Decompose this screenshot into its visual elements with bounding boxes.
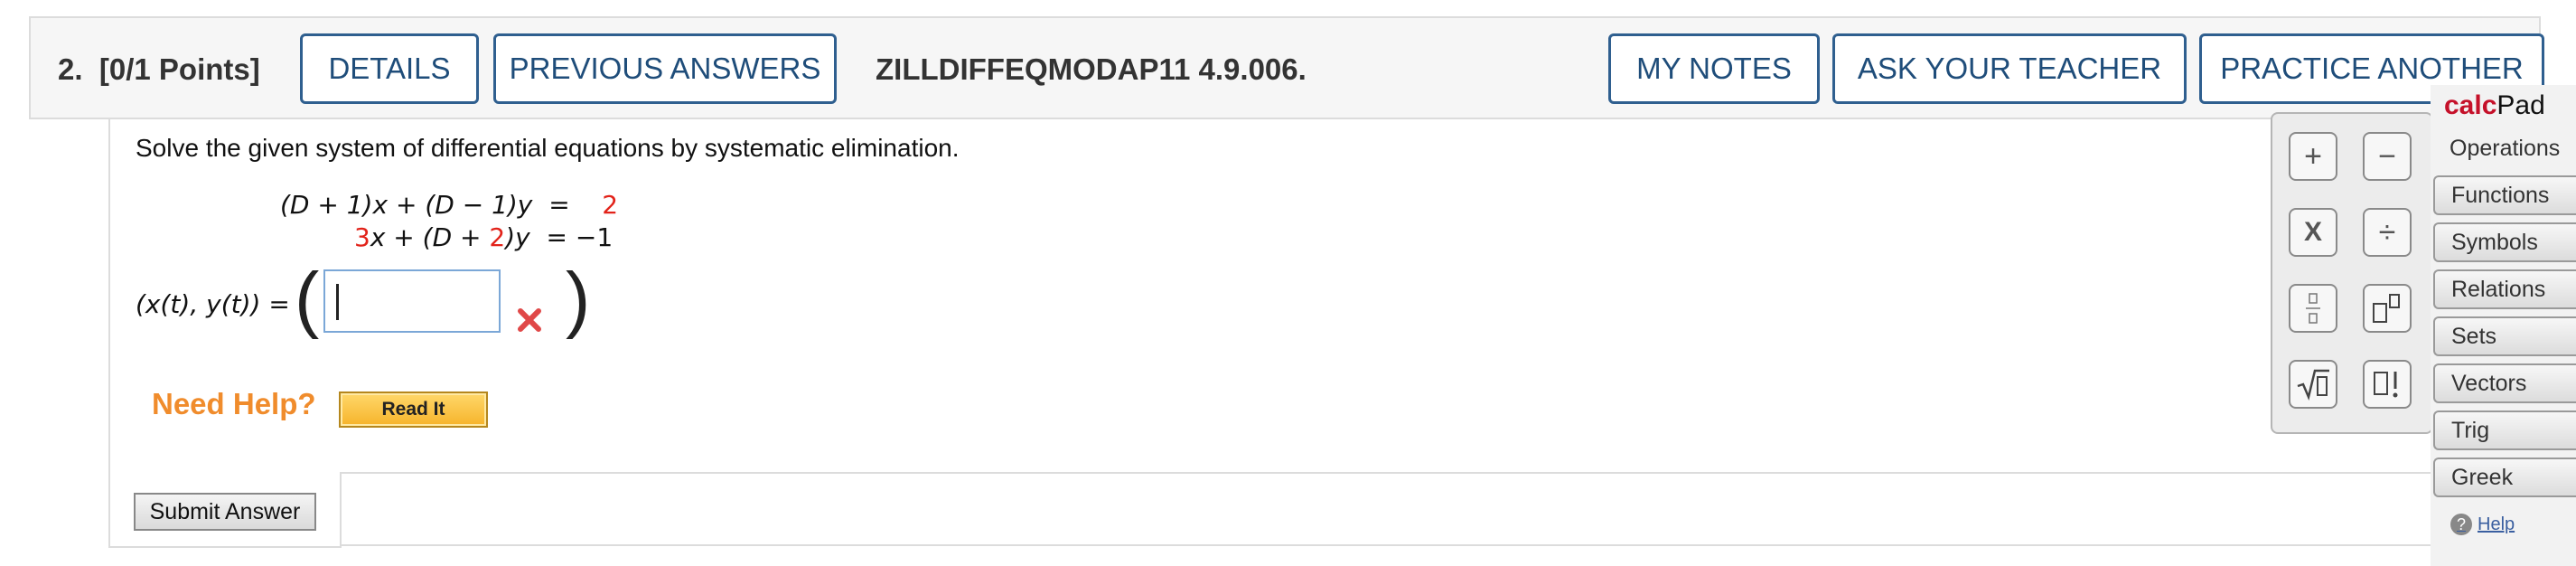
question-header-bar: 2. [0/1 Points] DETAILS PREVIOUS ANSWERS…	[29, 16, 2544, 119]
details-button[interactable]: DETAILS	[300, 33, 479, 104]
calcpad-title: calcPad	[2444, 90, 2545, 120]
text-cursor	[336, 284, 339, 320]
calcpad-tab-vectors[interactable]: Vectors	[2433, 363, 2576, 403]
plus-button[interactable]: +	[2289, 132, 2337, 181]
my-notes-button[interactable]: MY NOTES	[1608, 33, 1820, 104]
incorrect-x-icon	[518, 308, 541, 332]
points-label: [0/1 Points]	[98, 52, 260, 86]
calcpad-tab-functions[interactable]: Functions	[2433, 175, 2576, 215]
sqrt-icon	[2297, 369, 2329, 401]
factorial-button[interactable]	[2363, 360, 2412, 409]
question-code: ZILLDIFFEQMODAP11 4.9.006.	[876, 52, 1307, 86]
left-paren: (	[295, 258, 320, 340]
superscript-icon	[2373, 294, 2400, 323]
calcpad-tab-greek[interactable]: Greek	[2433, 458, 2576, 497]
calcpad-help-link[interactable]: ? Help	[2450, 514, 2515, 535]
calcpad-tab-trig[interactable]: Trig	[2433, 410, 2576, 450]
right-paren: )	[566, 258, 591, 340]
need-help-label: Need Help?	[152, 387, 316, 420]
equation-2: 3x + (D + 2)y = −1	[354, 222, 614, 252]
question-number: 2. [0/1 Points]	[58, 52, 260, 86]
equation-2-highlight: 2	[489, 222, 506, 252]
multiply-button[interactable]: X	[2289, 208, 2337, 257]
fraction-button[interactable]	[2289, 284, 2337, 333]
divide-button[interactable]: ÷	[2363, 208, 2412, 257]
equation-2-equals: =	[546, 222, 568, 252]
read-it-button[interactable]: Read It	[339, 391, 488, 428]
divider	[340, 472, 2576, 474]
factorial-icon	[2374, 372, 2398, 398]
question-body	[108, 119, 2575, 546]
answer-label: (x(t), y(t)) =	[136, 289, 290, 319]
equation-1: (D + 1)x + (D − 1)y = 2	[280, 190, 618, 220]
equation-2-rhs: −1	[575, 222, 614, 252]
calcpad-tab-symbols[interactable]: Symbols	[2433, 222, 2576, 262]
submit-answer-button[interactable]: Submit Answer	[134, 493, 316, 531]
equation-1-lhs: (D + 1)x + (D − 1)y	[280, 190, 533, 220]
previous-answers-button[interactable]: PREVIOUS ANSWERS	[493, 33, 837, 104]
equation-1-equals: =	[548, 190, 570, 220]
help-icon: ?	[2450, 514, 2472, 535]
sqrt-button[interactable]	[2289, 360, 2337, 409]
fraction-icon	[2306, 293, 2320, 324]
calcpad-operations-panel: + − X ÷	[2271, 112, 2433, 434]
answer-input[interactable]	[323, 269, 501, 333]
calcpad-tab-operations[interactable]: Operations	[2433, 128, 2576, 168]
equation-1-rhs: 2	[602, 190, 619, 220]
ask-your-teacher-button[interactable]: ASK YOUR TEACHER	[1832, 33, 2187, 104]
superscript-button[interactable]	[2363, 284, 2412, 333]
calcpad-tab-relations[interactable]: Relations	[2433, 269, 2576, 309]
minus-button[interactable]: −	[2363, 132, 2412, 181]
question-prompt: Solve the given system of differential e…	[136, 134, 960, 162]
calcpad-help-label: Help	[2478, 514, 2515, 534]
calcpad-tab-sets[interactable]: Sets	[2433, 316, 2576, 356]
equation-2-coefficient: 3	[354, 222, 370, 252]
